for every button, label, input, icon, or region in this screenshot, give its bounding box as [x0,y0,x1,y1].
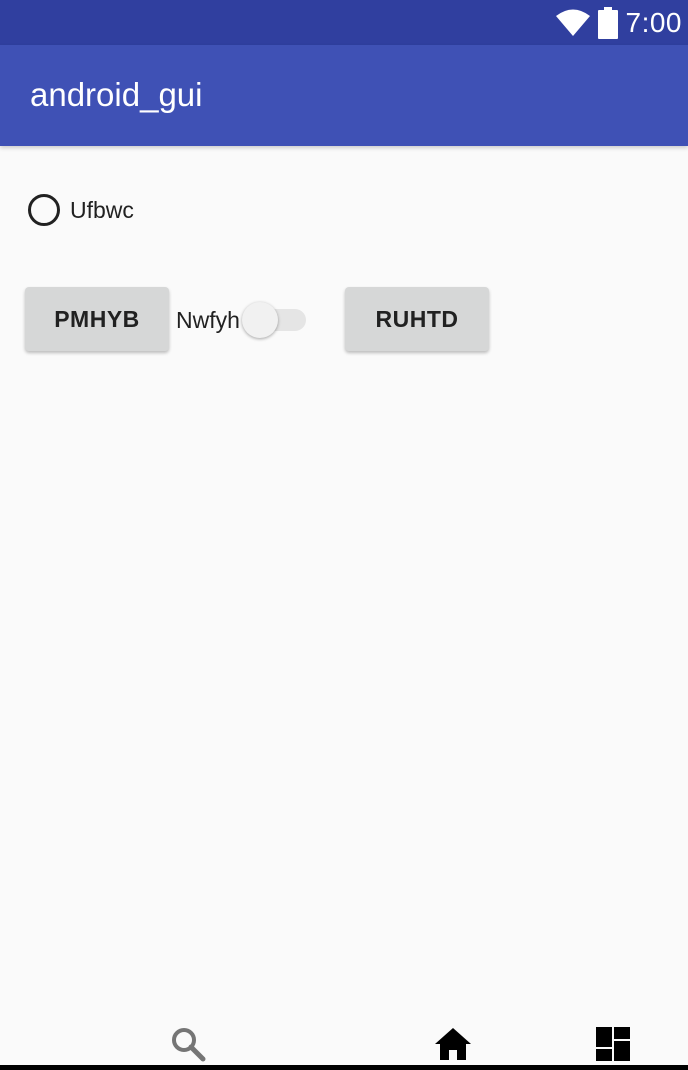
battery-icon [597,6,618,39]
ruhtd-button[interactable]: RUHTD [345,287,489,351]
wifi-icon [555,9,590,37]
switch-label: Nwfyh [176,306,240,333]
search-icon[interactable] [170,1026,206,1067]
system-nav-divider [0,1065,688,1070]
pmhyb-button[interactable]: PMHYB [25,287,169,351]
home-icon[interactable] [434,1026,472,1067]
radio-ufbwc[interactable]: Ufbwc [28,194,134,226]
dashboard-icon[interactable] [595,1026,631,1067]
bottom-nav [0,1020,688,1070]
switch-thumb[interactable] [241,302,278,338]
status-time: 7:00 [625,6,682,38]
radio-circle[interactable] [28,194,60,226]
content-area: Ufbwc PMHYB Nwfyh RUHTD [0,146,688,1036]
switch-toggle[interactable] [241,302,306,338]
app-title: android_gui [30,76,203,113]
app-bar: android_gui [0,45,688,146]
status-icons: 7:00 [555,0,683,45]
radio-label: Ufbwc [70,196,134,223]
status-bar: 7:00 [0,0,688,45]
switch-nwfyh[interactable]: Nwfyh [176,300,306,340]
